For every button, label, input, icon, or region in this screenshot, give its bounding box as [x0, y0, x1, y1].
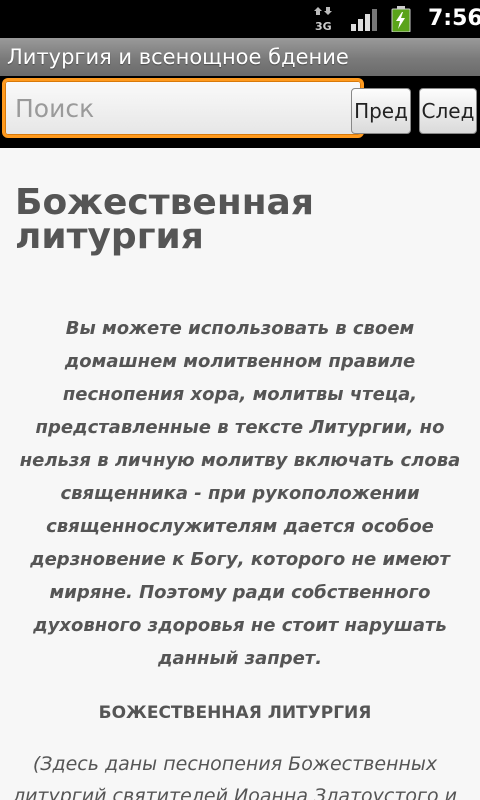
battery-charging-icon — [390, 6, 412, 33]
search-bar: Пред След — [0, 76, 480, 148]
signal-strength-icon — [350, 8, 378, 32]
note-paragraph: (Здесь даны песнопения Божественных литу… — [12, 753, 458, 800]
title-bar: Литургия и всенощное бдение — [0, 38, 480, 76]
app-title: Литургия и всенощное бдение — [7, 45, 349, 69]
section-heading: БОЖЕСТВЕННАЯ ЛИТУРГИЯ — [98, 703, 372, 723]
previous-button[interactable]: Пред — [351, 88, 411, 134]
content-area[interactable]: Божественная литургия Вы можете использо… — [0, 148, 480, 800]
search-input[interactable] — [2, 78, 364, 138]
3g-data-icon: 3G — [314, 6, 336, 33]
status-bar: 3G 7:56 — [0, 0, 480, 38]
next-button[interactable]: След — [419, 88, 477, 134]
status-time: 7:56 — [428, 6, 480, 31]
page-title: Божественная литургия — [15, 182, 314, 257]
svg-text:3G: 3G — [315, 20, 332, 32]
intro-paragraph: Вы можете использовать в своем домашнем … — [19, 318, 461, 669]
